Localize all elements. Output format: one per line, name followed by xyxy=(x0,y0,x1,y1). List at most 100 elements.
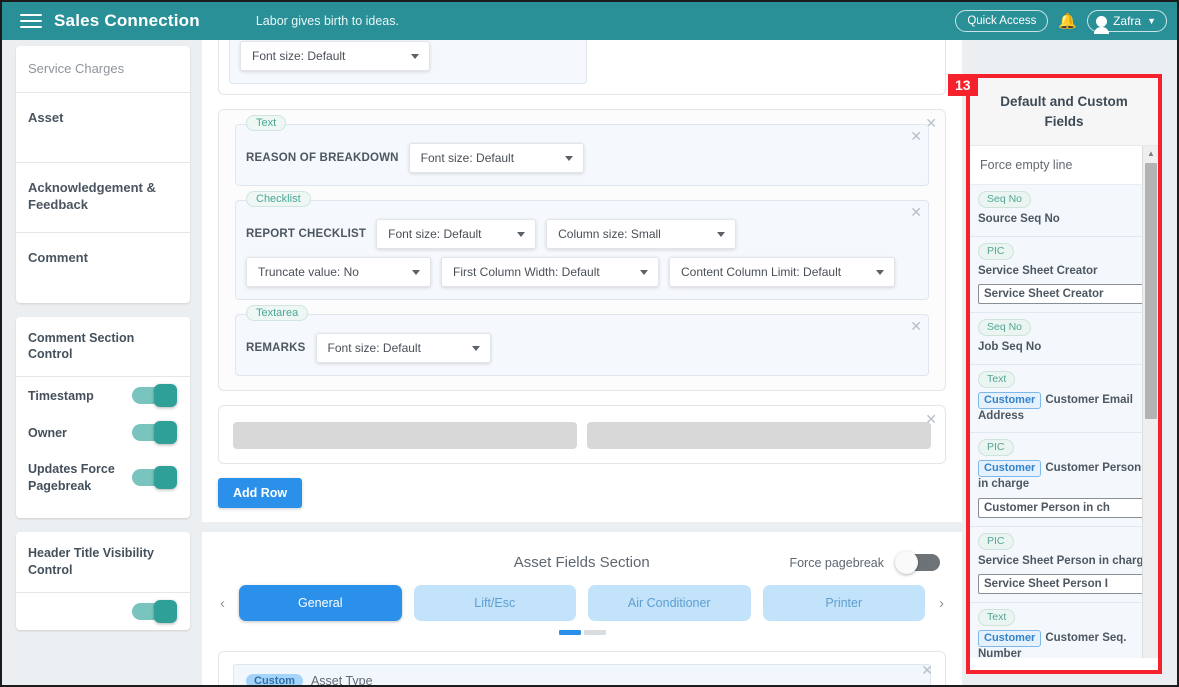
field-group-customer-person-in-charge[interactable]: PIC Customer Customer Person in charge Cu… xyxy=(970,433,1158,527)
select-content-column-limit[interactable]: Content Column Limit: Default xyxy=(669,257,895,287)
topbar-actions: Quick Access 🔔 Zafra ▼ xyxy=(955,10,1167,34)
close-icon-checklist[interactable]: ✕ xyxy=(910,205,922,219)
field-label-remarks: REMARKS xyxy=(246,342,306,354)
sidebar-item-comment[interactable]: Comment xyxy=(16,233,190,303)
field-name-job-seq-no: Job Seq No xyxy=(978,341,1042,354)
tab-lift-esc[interactable]: Lift/Esc xyxy=(413,585,576,621)
quick-access-button[interactable]: Quick Access xyxy=(955,10,1049,32)
custom-badge: Custom xyxy=(246,674,303,685)
asset-type-label: Asset Type xyxy=(310,674,373,687)
field-group-service-sheet-person-in-charge[interactable]: PIC Service Sheet Person in charge Servi… xyxy=(970,526,1158,604)
hamburger-icon[interactable] xyxy=(12,14,50,28)
asset-type-row: Custom Asset Type ✕ xyxy=(233,663,933,687)
chevron-left-icon[interactable]: ‹ xyxy=(218,595,227,612)
field-group-customer-email-address[interactable]: Text Customer Customer Email Address xyxy=(970,364,1158,434)
fieldset-text-reason: Text ✕ REASON OF BREAKDOWN Font size: De… xyxy=(235,115,929,186)
right-panel-scrollbar[interactable]: ▲ ▼ xyxy=(1142,146,1158,659)
select-remarks-font-size[interactable]: Font size: Default xyxy=(315,333,491,363)
section-divider xyxy=(202,522,962,532)
toggle-switch-owner[interactable] xyxy=(132,421,177,445)
avatar xyxy=(1094,15,1110,34)
field-input-customer-person-in-charge[interactable]: Customer Person in ch xyxy=(978,497,1150,518)
toggle-switch-header-partial[interactable] xyxy=(132,599,177,623)
toggle-row-timestamp: Timestamp xyxy=(16,377,190,414)
asset-type-panel: Custom Asset Type ✕ xyxy=(218,651,946,687)
field-name-service-sheet-creator: Service Sheet Creator xyxy=(978,264,1098,277)
placeholder-bar-left xyxy=(233,422,577,449)
sidebar-item-asset[interactable]: Asset xyxy=(16,93,190,163)
toggle-row-updates-force-pagebreak: Updates Force Pagebreak xyxy=(16,451,190,504)
force-empty-line-item[interactable]: Force empty line xyxy=(970,146,1158,186)
select-checklist-font-size[interactable]: Font size: Default xyxy=(376,219,537,249)
sidebar-item-service-charges[interactable]: Service Charges xyxy=(16,46,190,93)
field-tag-text: Text xyxy=(978,370,1016,388)
right-panel-field-list[interactable]: Force empty line Seq No Source Seq No PI… xyxy=(970,146,1158,659)
select-checklist-column-size[interactable]: Column size: Small xyxy=(546,219,737,249)
field-group-customer-seq-number[interactable]: Text CustomerCustomer Seq. Number Custom… xyxy=(970,603,1158,659)
main-content-scroll-area[interactable]: Customer Customer Address Font size: Def… xyxy=(202,40,962,687)
tab-pager-dots xyxy=(202,630,962,635)
force-pagebreak-toggle[interactable] xyxy=(894,551,940,574)
app-window: Sales Connection Labor gives birth to id… xyxy=(0,0,1179,687)
field-input-service-sheet-person-in-charge[interactable]: Service Sheet Person I xyxy=(978,574,1150,595)
close-icon-reason[interactable]: ✕ xyxy=(910,129,922,143)
toggle-switch-timestamp[interactable] xyxy=(132,384,177,408)
select-first-column-width[interactable]: First Column Width: Default xyxy=(441,257,659,287)
toggle-row-header-partial xyxy=(16,593,190,630)
font-size-select-customer-address[interactable]: Font size: Default xyxy=(240,41,430,71)
field-input-service-sheet-creator[interactable]: Service Sheet Creator xyxy=(978,284,1150,305)
fieldset-legend-checklist: Checklist xyxy=(246,191,311,207)
field-tag-pic-2: PIC xyxy=(978,439,1014,457)
field-tag-text-2: Text xyxy=(978,609,1016,627)
add-row-button[interactable]: Add Row xyxy=(218,478,303,508)
chevron-down-icon: ▼ xyxy=(1147,16,1156,26)
force-pagebreak-control: Force pagebreak xyxy=(789,551,940,574)
toggle-label-updates-force-pagebreak: Updates Force Pagebreak xyxy=(28,462,115,493)
scroll-up-arrow-icon[interactable]: ▲ xyxy=(1143,146,1158,162)
app-brand-title: Sales Connection xyxy=(54,11,200,30)
toggle-switch-updates-force-pagebreak[interactable] xyxy=(132,466,177,490)
asset-section-title: Asset Fields Section xyxy=(513,554,650,571)
user-name-label: Zafra xyxy=(1113,14,1142,28)
bell-icon[interactable]: 🔔 xyxy=(1058,14,1077,29)
chevron-right-icon[interactable]: › xyxy=(937,595,946,612)
pager-dot-1[interactable] xyxy=(558,630,581,635)
field-tag-seq-no: Seq No xyxy=(978,191,1032,209)
right-panel-title: Default and Custom Fields xyxy=(970,78,1158,147)
fieldset-checklist: Checklist ✕ REPORT CHECKLIST Font size: … xyxy=(235,191,929,300)
placeholder-bar-right xyxy=(587,422,931,449)
fieldset-legend-textarea: Textarea xyxy=(246,305,309,321)
top-navigation-bar: Sales Connection Labor gives birth to id… xyxy=(2,2,1177,40)
field-group-job-seq-no[interactable]: Seq No Job Seq No xyxy=(970,313,1158,365)
field-group-service-sheet-creator[interactable]: PIC Service Sheet Creator Service Sheet … xyxy=(970,236,1158,314)
select-truncate-value[interactable]: Truncate value: No xyxy=(246,257,431,287)
close-icon-empty-row[interactable]: ✕ xyxy=(925,412,937,426)
tab-air-conditioner[interactable]: Air Conditioner xyxy=(588,585,751,621)
pager-dot-2[interactable] xyxy=(583,630,606,635)
scrollbar-thumb[interactable] xyxy=(1145,163,1157,420)
field-label-reason-of-breakdown: REASON OF BREAKDOWN xyxy=(246,152,399,164)
tab-printer[interactable]: Printer xyxy=(762,585,925,621)
close-icon-remarks[interactable]: ✕ xyxy=(910,319,922,333)
default-custom-fields-panel: 13 Default and Custom Fields Force empty… xyxy=(948,74,1162,674)
field-name-service-sheet-person-in-charge: Service Sheet Person in charge xyxy=(978,554,1150,567)
toggle-label-timestamp: Timestamp xyxy=(28,388,94,403)
field-tag-seq-no-2: Seq No xyxy=(978,319,1032,337)
sidebar-item-acknowledgement-feedback[interactable]: Acknowledgement & Feedback xyxy=(16,163,190,233)
field-tag-pic-3: PIC xyxy=(978,532,1014,550)
comment-section-control-title: Comment Section Control xyxy=(16,317,190,378)
toggle-label-owner: Owner xyxy=(28,425,67,440)
customer-source-tag-3: Customer xyxy=(978,630,1042,648)
toggle-row-owner: Owner xyxy=(16,414,190,451)
field-group-source-seq-no[interactable]: Seq No Source Seq No xyxy=(970,185,1158,237)
force-pagebreak-label: Force pagebreak xyxy=(789,555,884,570)
customer-source-tag-2: Customer xyxy=(978,460,1042,478)
customer-address-fieldset: Customer Customer Address Font size: Def… xyxy=(229,40,587,84)
user-menu[interactable]: Zafra ▼ xyxy=(1087,10,1167,34)
close-icon-asset-type[interactable]: ✕ xyxy=(921,663,933,677)
customer-address-panel: Customer Customer Address Font size: Def… xyxy=(218,40,946,95)
select-reason-font-size[interactable]: Font size: Default xyxy=(408,143,584,173)
tab-general[interactable]: General xyxy=(239,585,402,621)
field-name-customer-email-address: Customer Customer Email Address xyxy=(978,391,1150,425)
fieldset-legend-text: Text xyxy=(246,115,287,131)
